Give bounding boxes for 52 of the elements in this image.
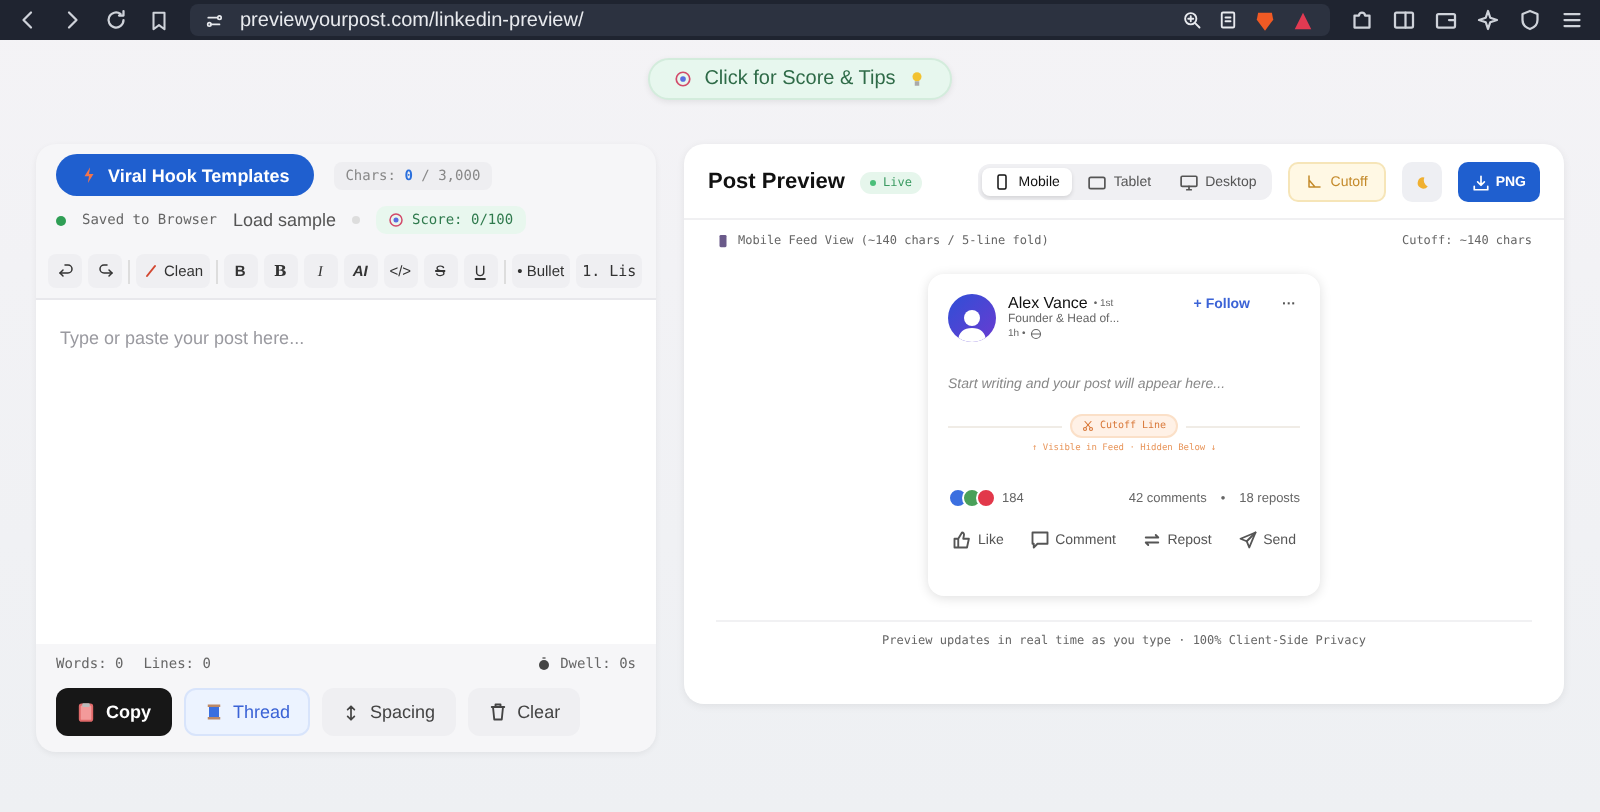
undo-button[interactable] bbox=[48, 254, 82, 288]
target-icon bbox=[387, 212, 404, 228]
target-icon bbox=[674, 70, 693, 88]
shield-icon bbox=[1518, 8, 1542, 32]
reload-icon bbox=[104, 8, 128, 32]
redo-icon bbox=[97, 263, 113, 279]
download-icon bbox=[1471, 173, 1490, 191]
menu-icon bbox=[1560, 8, 1584, 32]
score-tips-button[interactable]: Click for Score & Tips bbox=[648, 58, 952, 100]
sparkle-icon bbox=[1476, 8, 1500, 32]
spacing-button[interactable]: Spacing bbox=[322, 688, 456, 736]
repost-icon bbox=[1141, 530, 1162, 550]
post-text-field[interactable]: Type or paste your post here... bbox=[36, 300, 656, 644]
monitor-icon bbox=[1179, 173, 1198, 191]
avatar-icon bbox=[948, 294, 996, 342]
author-name: Alex Vance bbox=[1008, 294, 1088, 312]
sidebar-icon bbox=[1392, 8, 1416, 32]
clear-button[interactable]: Clear bbox=[467, 688, 581, 736]
bolt-icon bbox=[80, 166, 98, 184]
undo-icon bbox=[57, 263, 73, 279]
address-bar[interactable]: previewyourpost.com/linkedin-preview/ bbox=[190, 4, 1330, 36]
speech-bubble-icon bbox=[1029, 530, 1050, 550]
zoom-icon bbox=[1182, 10, 1202, 30]
templates-button[interactable]: Viral Hook Templates bbox=[56, 154, 314, 196]
panel-title: Post Preview bbox=[708, 170, 845, 194]
bookmark-icon bbox=[148, 9, 170, 31]
stopwatch-icon bbox=[536, 656, 553, 672]
reactions-icon bbox=[948, 488, 996, 508]
scissors-icon bbox=[1081, 420, 1094, 432]
trash-icon bbox=[487, 702, 508, 722]
vertical-arrows-icon bbox=[342, 703, 361, 721]
thread-button[interactable]: Thread bbox=[183, 688, 311, 736]
moon-icon bbox=[1412, 173, 1431, 191]
reader-icon bbox=[1218, 10, 1238, 30]
puzzle-icon bbox=[1350, 8, 1374, 32]
ruler-icon bbox=[1306, 174, 1323, 190]
clipboard-icon bbox=[76, 702, 96, 722]
phone-icon bbox=[994, 174, 1011, 190]
site-settings-icon bbox=[206, 11, 224, 29]
thumbs-up-icon bbox=[952, 530, 972, 550]
globe-icon bbox=[1029, 328, 1042, 340]
load-sample-link[interactable]: Load sample bbox=[232, 210, 336, 230]
paper-plane-icon bbox=[1237, 530, 1258, 550]
wallet-icon bbox=[1434, 8, 1458, 32]
spool-icon bbox=[203, 702, 223, 722]
redo-button[interactable] bbox=[88, 254, 122, 288]
tablet-icon bbox=[1087, 173, 1106, 191]
copy-button[interactable]: Copy bbox=[56, 688, 171, 736]
phone-icon bbox=[716, 234, 730, 248]
triangle-icon bbox=[1292, 9, 1314, 31]
bulb-icon bbox=[907, 70, 926, 88]
status-dot-icon bbox=[56, 215, 66, 225]
